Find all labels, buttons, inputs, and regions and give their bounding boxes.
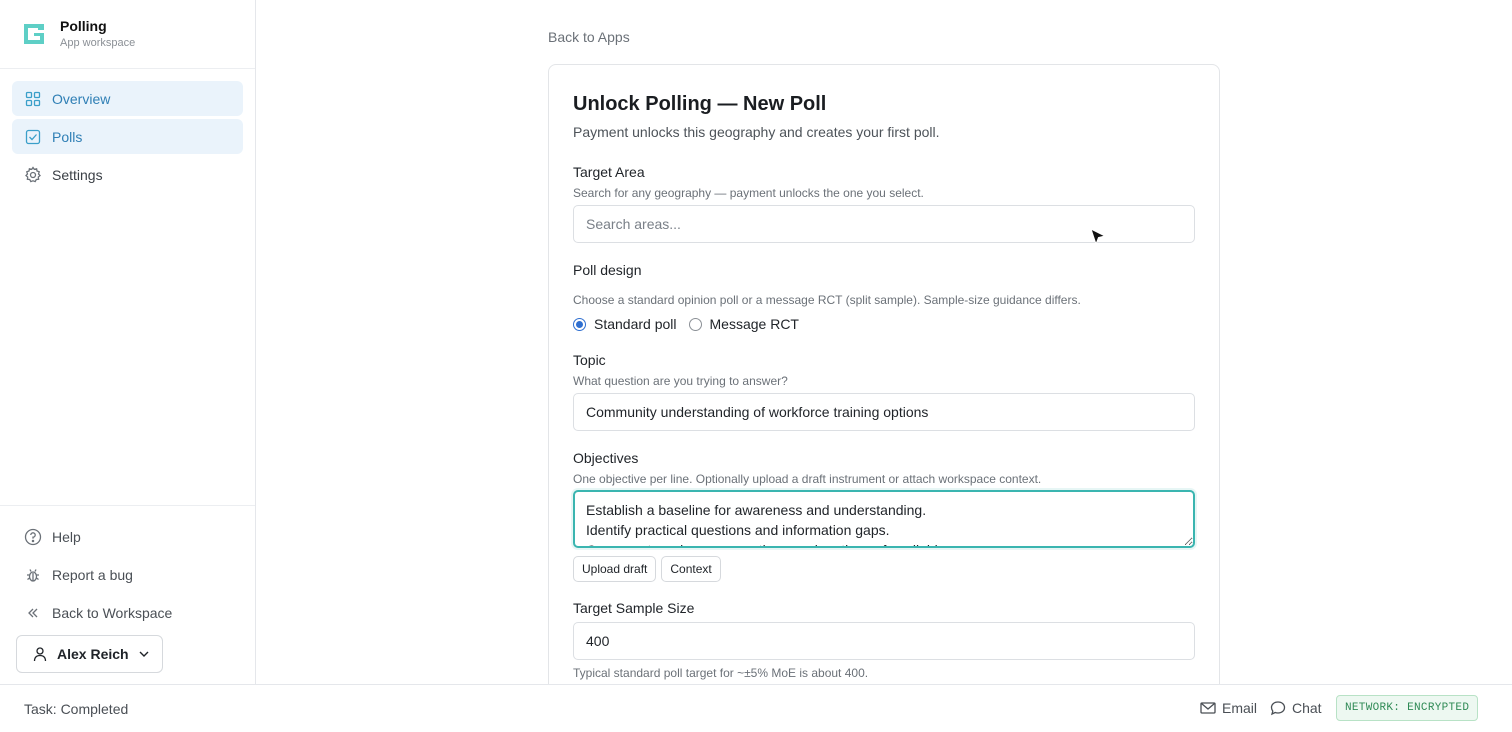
brand-header: Polling App workspace bbox=[0, 0, 255, 69]
task-status: Task: Completed bbox=[24, 701, 129, 717]
sidebar-footer: Help Report a bug Back to Workspace Alex… bbox=[0, 505, 255, 673]
user-menu-button[interactable]: Alex Reich bbox=[16, 635, 163, 673]
poll-design-options: Standard poll Message RCT bbox=[573, 316, 1195, 332]
g-logo-icon bbox=[24, 24, 44, 44]
objectives-label: Objectives bbox=[573, 450, 639, 466]
sample-size-input[interactable] bbox=[573, 622, 1195, 660]
report-bug-label: Report a bug bbox=[52, 567, 133, 583]
message-rct-radio[interactable] bbox=[688, 317, 702, 331]
report-bug-link[interactable]: Report a bug bbox=[12, 556, 243, 594]
email-link[interactable]: Email bbox=[1200, 700, 1257, 716]
mail-icon bbox=[1200, 701, 1216, 715]
status-bar: Task: Completed Email Chat NETWORK: ENCR… bbox=[0, 684, 1512, 732]
mouse-cursor-icon bbox=[1090, 228, 1107, 246]
objectives-group: Objectives One objective per line. Optio… bbox=[573, 449, 1195, 582]
gear-icon bbox=[24, 165, 42, 184]
sample-size-help: Typical standard poll target for ~±5% Mo… bbox=[573, 666, 869, 680]
help-link[interactable]: Help bbox=[12, 518, 243, 556]
context-button[interactable]: Context bbox=[661, 556, 721, 582]
page-subtitle: Payment unlocks this geography and creat… bbox=[573, 124, 940, 140]
sidebar: Polling App workspace Overview Polls Set… bbox=[0, 0, 256, 684]
sidebar-item-settings[interactable]: Settings bbox=[12, 157, 243, 192]
sidebar-item-label: Polls bbox=[52, 128, 83, 145]
standard-poll-radio[interactable] bbox=[573, 317, 586, 331]
sidebar-item-label: Settings bbox=[52, 166, 103, 183]
chat-link[interactable]: Chat bbox=[1270, 700, 1322, 716]
back-to-workspace-label: Back to Workspace bbox=[52, 605, 173, 621]
standard-poll-label[interactable]: Standard poll bbox=[594, 316, 677, 332]
page-title: Unlock Polling — New Poll bbox=[573, 93, 827, 115]
sample-size-label: Target Sample Size bbox=[573, 600, 695, 616]
sidebar-nav: Overview Polls Settings bbox=[0, 69, 255, 192]
poll-design-group: Poll design Choose a standard opinion po… bbox=[573, 261, 1195, 332]
topic-label: Topic bbox=[573, 352, 606, 368]
help-label: Help bbox=[52, 529, 81, 545]
poll-design-label: Poll design bbox=[573, 262, 642, 278]
sidebar-item-label: Overview bbox=[52, 90, 111, 107]
objectives-actions: Upload draft Context bbox=[573, 556, 1195, 582]
bug-icon bbox=[24, 566, 42, 584]
app-subtitle: App workspace bbox=[60, 37, 136, 49]
sample-size-group: Target Sample Size Typical standard poll… bbox=[573, 599, 1195, 681]
back-to-apps-link[interactable]: Back to Apps bbox=[548, 29, 630, 45]
objectives-help: One objective per line. Optionally uploa… bbox=[573, 472, 1042, 486]
chat-bubble-icon bbox=[1270, 700, 1286, 716]
topic-help: What question are you trying to answer? bbox=[573, 374, 788, 388]
objectives-textarea[interactable]: Establish a baseline for awareness and u… bbox=[573, 490, 1195, 548]
upload-draft-button[interactable]: Upload draft bbox=[573, 556, 657, 582]
sidebar-item-overview[interactable]: Overview bbox=[12, 81, 243, 116]
poll-design-help: Choose a standard opinion poll or a mess… bbox=[573, 293, 1081, 307]
help-circle-icon bbox=[24, 528, 42, 546]
email-label: Email bbox=[1222, 700, 1258, 716]
message-rct-label[interactable]: Message RCT bbox=[710, 316, 799, 332]
sidebar-item-polls[interactable]: Polls bbox=[12, 119, 243, 154]
double-chevron-left-icon bbox=[24, 604, 42, 622]
target-area-label: Target Area bbox=[573, 164, 645, 180]
grid-icon bbox=[24, 90, 42, 108]
chat-label: Chat bbox=[1292, 700, 1322, 716]
topic-group: Topic What question are you trying to an… bbox=[573, 351, 1195, 431]
target-area-help: Search for any geography — payment unloc… bbox=[573, 186, 924, 200]
network-status-badge: NETWORK: ENCRYPTED bbox=[1336, 695, 1479, 721]
user-icon bbox=[31, 645, 49, 663]
user-name: Alex Reich bbox=[57, 646, 129, 662]
chevron-down-icon bbox=[137, 647, 151, 661]
new-poll-card: Unlock Polling — New Poll Payment unlock… bbox=[548, 64, 1220, 704]
check-square-icon bbox=[24, 128, 42, 146]
back-to-workspace-link[interactable]: Back to Workspace bbox=[12, 594, 243, 632]
app-name: Polling bbox=[60, 18, 107, 34]
topic-input[interactable] bbox=[573, 393, 1195, 431]
